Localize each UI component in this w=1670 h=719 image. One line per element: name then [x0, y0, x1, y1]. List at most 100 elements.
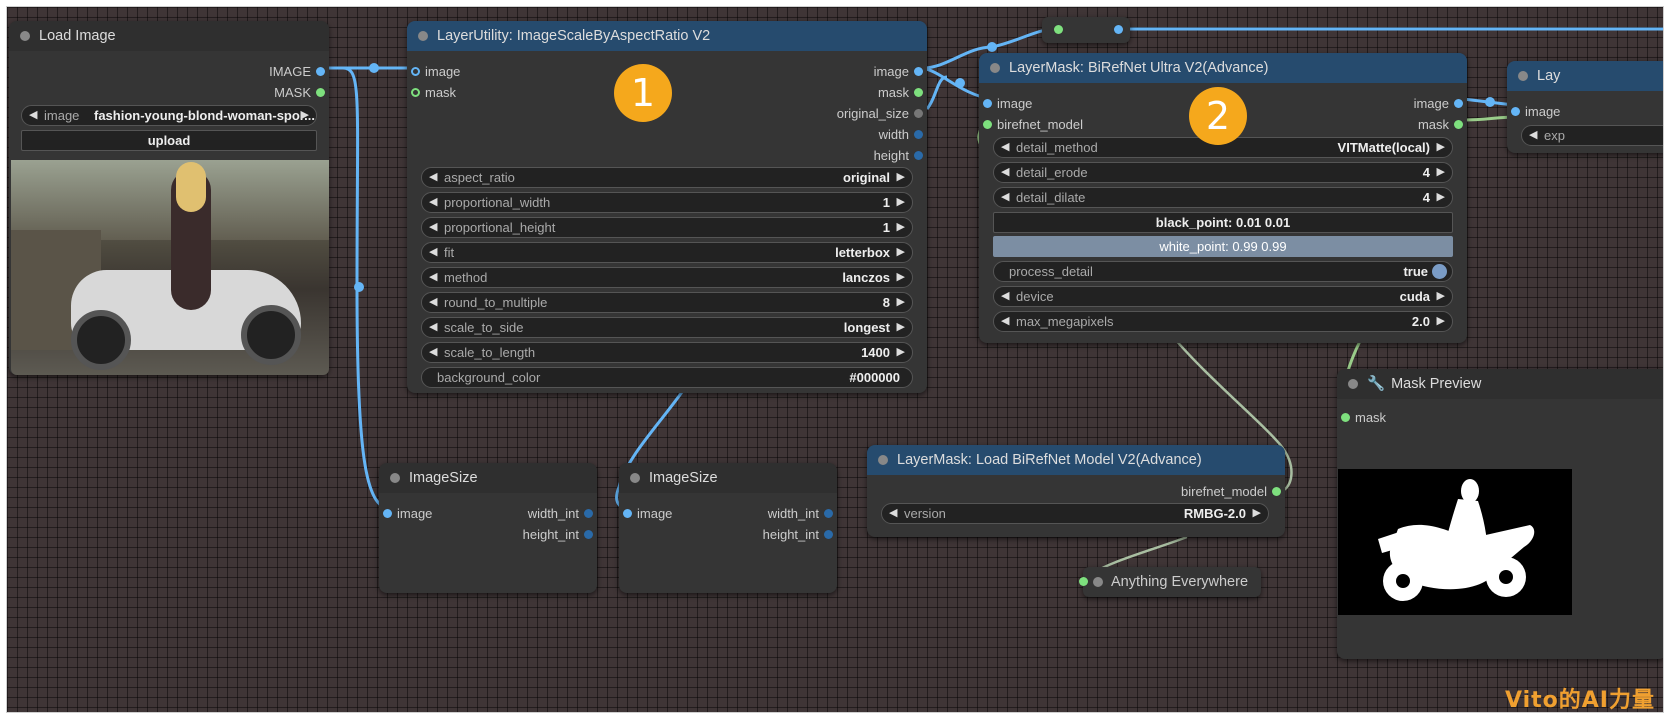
arrow-left-icon[interactable]: ◀	[1001, 287, 1009, 306]
arrow-left-icon[interactable]: ◀	[429, 218, 437, 237]
arrow-left-icon[interactable]: ◀	[429, 343, 437, 362]
image-size-node-2[interactable]: ImageSize image width_int height_int	[619, 463, 837, 593]
output-pin[interactable]	[824, 530, 833, 539]
output-mask[interactable]: mask	[1418, 115, 1467, 135]
widget-proportional-width[interactable]: ◀ proportional_width 1 ▶	[421, 192, 913, 213]
output-pin[interactable]	[914, 67, 923, 76]
input-pin[interactable]	[983, 99, 992, 108]
arrow-left-icon[interactable]: ◀	[1529, 126, 1537, 145]
output-pin[interactable]	[584, 530, 593, 539]
node-title[interactable]: ImageSize	[379, 463, 597, 493]
partial-widget[interactable]: ◀ exp	[1521, 125, 1663, 146]
node-graph-canvas[interactable]: Load Image IMAGE MASK ◀ image fashion-yo…	[6, 6, 1664, 713]
arrow-left-icon[interactable]: ◀	[429, 193, 437, 212]
collapse-dot-icon[interactable]	[418, 31, 428, 41]
image-scale-node[interactable]: LayerUtility: ImageScaleByAspectRatio V2…	[407, 21, 927, 393]
upload-button[interactable]: upload	[21, 130, 317, 151]
partial-right-node[interactable]: Lay image ◀ exp	[1507, 61, 1663, 153]
widget-method[interactable]: ◀ method lanczos ▶	[421, 267, 913, 288]
anything-everywhere-node[interactable]: Anything Everywhere	[1079, 567, 1261, 597]
output-pin[interactable]	[1454, 99, 1463, 108]
input-pin[interactable]	[1079, 577, 1088, 586]
output-pin[interactable]	[914, 88, 923, 97]
widget-proportional-height[interactable]: ◀ proportional_height 1 ▶	[421, 217, 913, 238]
node-title[interactable]: LayerUtility: ImageScaleByAspectRatio V2	[407, 21, 927, 51]
load-birefnet-model-node[interactable]: LayerMask: Load BiRefNet Model V2(Advanc…	[867, 445, 1285, 537]
arrow-right-icon[interactable]: ▶	[897, 243, 905, 262]
widget-scale-to-side[interactable]: ◀ scale_to_side longest ▶	[421, 317, 913, 338]
arrow-right-icon[interactable]: ▶	[301, 106, 309, 125]
widget-aspect-ratio[interactable]: ◀ aspect_ratio original ▶	[421, 167, 913, 188]
arrow-left-icon[interactable]: ◀	[429, 318, 437, 337]
arrow-right-icon[interactable]: ▶	[1437, 163, 1445, 182]
widget-round-to-multiple[interactable]: ◀ round_to_multiple 8 ▶	[421, 292, 913, 313]
input-image[interactable]: image	[619, 504, 672, 524]
output-original-size[interactable]: original_size	[837, 104, 927, 124]
output-pin[interactable]	[584, 509, 593, 518]
toggle-knob-icon[interactable]	[1432, 264, 1447, 279]
arrow-right-icon[interactable]: ▶	[897, 218, 905, 237]
widget-fit[interactable]: ◀ fit letterbox ▶	[421, 242, 913, 263]
output-pin[interactable]	[824, 509, 833, 518]
arrow-right-icon[interactable]: ▶	[1437, 138, 1445, 157]
arrow-left-icon[interactable]: ◀	[889, 504, 897, 523]
input-pin[interactable]	[383, 509, 392, 518]
output-mask[interactable]: mask	[878, 83, 927, 103]
arrow-right-icon[interactable]: ▶	[897, 193, 905, 212]
output-pin[interactable]	[316, 67, 325, 76]
output-pin[interactable]	[914, 151, 923, 160]
input-pin[interactable]	[1511, 107, 1520, 116]
node-title[interactable]: Load Image	[9, 21, 329, 51]
arrow-right-icon[interactable]: ▶	[897, 293, 905, 312]
input-pin[interactable]	[983, 120, 992, 129]
arrow-right-icon[interactable]: ▶	[1253, 504, 1261, 523]
collapse-dot-icon[interactable]	[630, 473, 640, 483]
node-title[interactable]: Lay	[1507, 61, 1663, 91]
node-title[interactable]: LayerMask: BiRefNet Ultra V2(Advance)	[979, 53, 1467, 83]
widget-max-megapixels[interactable]: ◀ max_megapixels 2.0 ▶	[993, 311, 1453, 332]
mask-preview-node[interactable]: 🔧 Mask Preview mask	[1337, 369, 1663, 659]
input-pin[interactable]	[411, 67, 420, 76]
arrow-left-icon[interactable]: ◀	[1001, 312, 1009, 331]
node-title[interactable]: ImageSize	[619, 463, 837, 493]
output-width-int[interactable]: width_int	[768, 504, 837, 524]
widget-detail-dilate[interactable]: ◀ detail_dilate 4 ▶	[993, 187, 1453, 208]
input-image[interactable]: image	[979, 94, 1032, 114]
output-pin[interactable]	[316, 88, 325, 97]
collapse-dot-icon[interactable]	[390, 473, 400, 483]
output-image[interactable]: IMAGE	[269, 62, 329, 82]
input-image[interactable]: image	[379, 504, 432, 524]
widget-version[interactable]: ◀ version RMBG-2.0 ▶	[881, 503, 1269, 524]
widget-detail-erode[interactable]: ◀ detail_erode 4 ▶	[993, 162, 1453, 183]
output-height-int[interactable]: height_int	[763, 525, 837, 545]
arrow-right-icon[interactable]: ▶	[1437, 312, 1445, 331]
collapse-dot-icon[interactable]	[878, 455, 888, 465]
arrow-right-icon[interactable]: ▶	[897, 343, 905, 362]
output-height-int[interactable]: height_int	[523, 525, 597, 545]
output-width[interactable]: width	[879, 125, 927, 145]
output-width-int[interactable]: width_int	[528, 504, 597, 524]
birefnet-ultra-node[interactable]: LayerMask: BiRefNet Ultra V2(Advance) im…	[979, 53, 1467, 343]
output-height[interactable]: height	[874, 146, 927, 166]
arrow-left-icon[interactable]: ◀	[429, 293, 437, 312]
output-pin[interactable]	[1272, 487, 1281, 496]
arrow-left-icon[interactable]: ◀	[1001, 188, 1009, 207]
arrow-left-icon[interactable]: ◀	[429, 268, 437, 287]
output-image[interactable]: image	[874, 62, 927, 82]
arrow-right-icon[interactable]: ▶	[1437, 287, 1445, 306]
widget-process-detail[interactable]: process_detail true	[993, 261, 1453, 282]
collapse-dot-icon[interactable]	[1093, 577, 1103, 587]
arrow-left-icon[interactable]: ◀	[429, 243, 437, 262]
reroute-input-pin[interactable]	[1054, 25, 1063, 34]
node-title[interactable]: LayerMask: Load BiRefNet Model V2(Advanc…	[867, 445, 1285, 475]
reroute-output-pin[interactable]	[1114, 25, 1123, 34]
collapse-dot-icon[interactable]	[1348, 379, 1358, 389]
output-pin[interactable]	[1454, 120, 1463, 129]
input-pin[interactable]	[411, 88, 420, 97]
collapse-dot-icon[interactable]	[20, 31, 30, 41]
input-mask[interactable]: mask	[1337, 408, 1386, 428]
arrow-left-icon[interactable]: ◀	[1001, 138, 1009, 157]
image-combo-widget[interactable]: ◀ image fashion-young-blond-woman-spor..…	[21, 105, 317, 126]
output-birefnet-model[interactable]: birefnet_model	[1181, 482, 1285, 502]
input-pin[interactable]	[623, 509, 632, 518]
